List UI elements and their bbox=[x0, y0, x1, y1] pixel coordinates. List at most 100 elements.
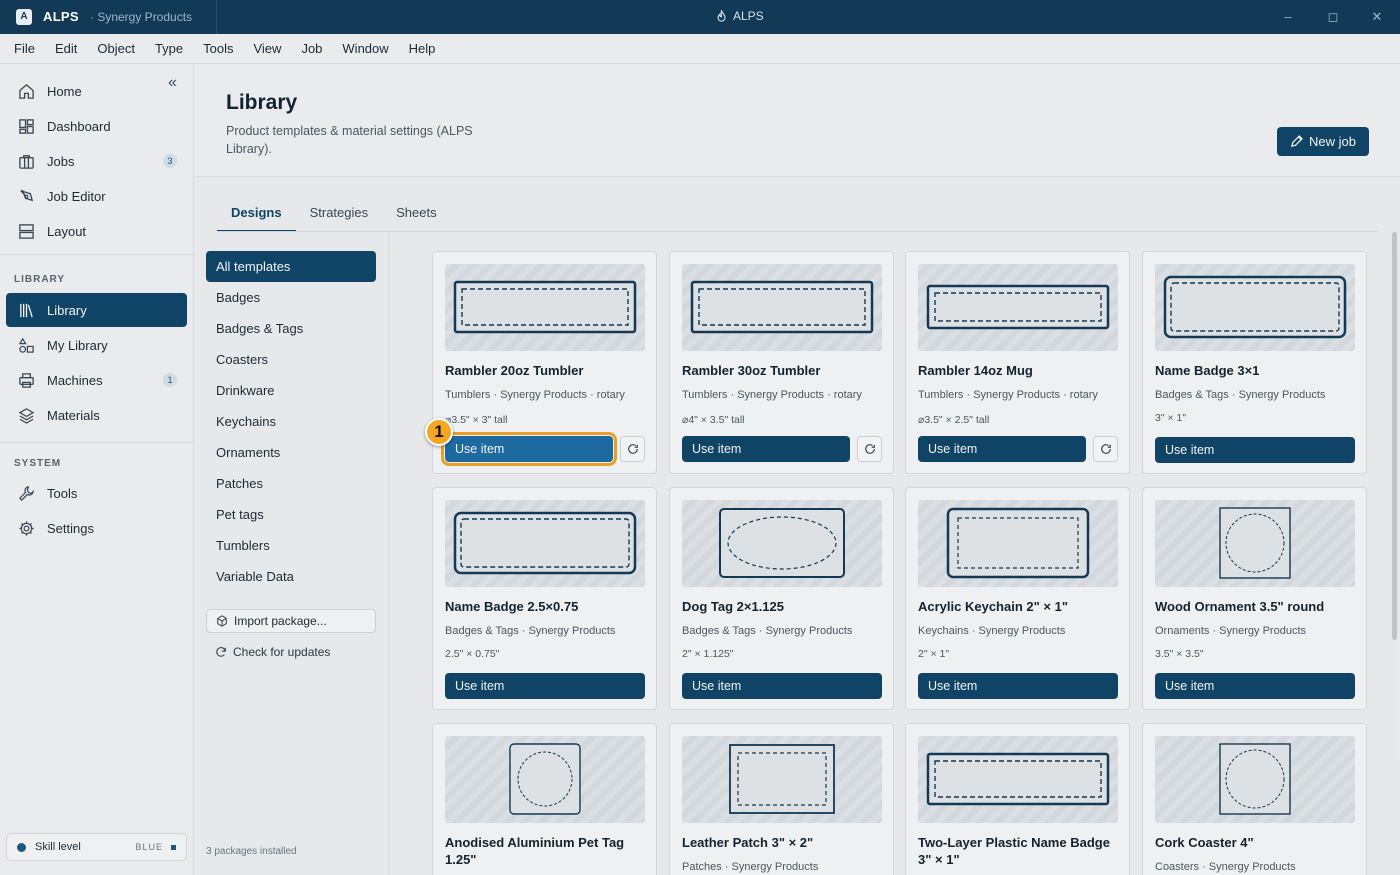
category-item[interactable]: Tumblers bbox=[206, 530, 376, 561]
template-card[interactable]: Cork Coaster 4" Coasters · Synergy Produc… bbox=[1142, 723, 1367, 875]
pen-tool-icon bbox=[17, 187, 35, 205]
nav-job-editor[interactable]: Job Editor bbox=[6, 179, 187, 213]
template-card[interactable]: Rambler 20oz Tumbler Tumblers · Synergy P… bbox=[432, 251, 657, 474]
tab-strategies[interactable]: Strategies bbox=[296, 197, 383, 232]
menu-type[interactable]: Type bbox=[145, 41, 193, 56]
use-item-button[interactable]: Use item bbox=[1155, 673, 1355, 699]
packages-installed-note: 3 packages installed bbox=[206, 846, 297, 857]
app-logo: A bbox=[16, 9, 32, 25]
template-meta: Badges & Tags · Synergy Products bbox=[1155, 389, 1326, 401]
use-item-button[interactable]: Use item bbox=[445, 673, 645, 699]
menu-help[interactable]: Help bbox=[399, 41, 446, 56]
category-item[interactable]: Badges & Tags bbox=[206, 313, 376, 344]
check-updates-button[interactable]: Check for updates bbox=[215, 645, 330, 659]
nav-my-library[interactable]: My Library bbox=[6, 328, 187, 362]
sidebar-divider bbox=[0, 254, 194, 255]
refresh-template-button[interactable] bbox=[620, 436, 645, 462]
import-package-button[interactable]: Import package... bbox=[206, 609, 376, 633]
menu-view[interactable]: View bbox=[243, 41, 291, 56]
use-item-button[interactable]: Use item bbox=[441, 432, 617, 466]
maximize-button[interactable]: ◻ bbox=[1324, 8, 1342, 26]
library-section-label: LIBRARY bbox=[14, 274, 66, 285]
page-header: Library Product templates & material set… bbox=[195, 64, 1400, 177]
nav-library[interactable]: Library bbox=[6, 293, 187, 327]
category-item[interactable]: Badges bbox=[206, 282, 376, 313]
template-card[interactable]: Dog Tag 2×1.125 Badges & Tags · Synergy P… bbox=[669, 487, 894, 710]
template-meta: Tumblers · Synergy Products · rotary bbox=[682, 389, 862, 401]
refresh-icon bbox=[627, 444, 638, 454]
use-item-button[interactable]: Use item bbox=[682, 673, 882, 699]
template-meta: Badges & Tags · Synergy Products bbox=[445, 625, 616, 637]
nav-jobs[interactable]: Jobs 3 bbox=[6, 144, 187, 178]
use-item-button[interactable]: Use item bbox=[918, 673, 1118, 699]
template-card[interactable]: Wood Ornament 3.5" round Ornaments · Syne… bbox=[1142, 487, 1367, 710]
category-item[interactable]: Ornaments bbox=[206, 437, 376, 468]
category-all-templates[interactable]: All templates bbox=[206, 251, 376, 282]
tab-sheets[interactable]: Sheets bbox=[382, 197, 450, 232]
nav-tools[interactable]: Tools bbox=[6, 476, 187, 510]
category-item[interactable]: Variable Data bbox=[206, 561, 376, 592]
refresh-template-button[interactable] bbox=[1093, 436, 1118, 462]
template-thumbnail bbox=[445, 500, 645, 587]
template-card[interactable]: Acrylic Keychain 2" × 1" Keychains · Syne… bbox=[905, 487, 1130, 710]
grid-scrollbar[interactable] bbox=[1392, 232, 1397, 640]
new-job-button[interactable]: New job bbox=[1277, 127, 1369, 156]
template-card[interactable]: Name Badge 2.5×0.75 Badges & Tags · Syner… bbox=[432, 487, 657, 710]
window-title: ALPS bbox=[716, 9, 764, 23]
menu-tools[interactable]: Tools bbox=[193, 41, 243, 56]
menu-window[interactable]: Window bbox=[332, 41, 398, 56]
template-card[interactable]: Two-Layer Plastic Name Badge 3" × 1" bbox=[905, 723, 1130, 875]
use-item-button[interactable]: Use item bbox=[918, 436, 1086, 462]
gear-icon bbox=[17, 519, 35, 537]
home-icon bbox=[17, 82, 35, 100]
category-item[interactable]: Keychains bbox=[206, 406, 376, 437]
template-card[interactable]: Rambler 30oz Tumbler Tumblers · Synergy P… bbox=[669, 251, 894, 474]
category-item[interactable]: Drinkware bbox=[206, 375, 376, 406]
template-thumbnail bbox=[918, 736, 1118, 823]
template-card[interactable]: Rambler 14oz Mug Tumblers · Synergy Produ… bbox=[905, 251, 1130, 474]
minimize-button[interactable]: – bbox=[1279, 8, 1297, 26]
nav-materials[interactable]: Materials bbox=[6, 398, 187, 432]
template-title: Name Badge 3×1 bbox=[1155, 363, 1260, 378]
layers-icon bbox=[17, 406, 35, 424]
nav-jobs-label: Jobs bbox=[47, 153, 75, 169]
nav-dashboard[interactable]: Dashboard bbox=[6, 109, 187, 143]
menu-file[interactable]: File bbox=[4, 41, 45, 56]
menu-object[interactable]: Object bbox=[87, 41, 145, 56]
close-button[interactable]: ✕ bbox=[1368, 8, 1386, 26]
template-title: Two-Layer Plastic Name Badge 3" × 1" bbox=[918, 835, 1110, 867]
template-thumbnail bbox=[1155, 264, 1355, 351]
category-item[interactable]: Patches bbox=[206, 468, 376, 499]
use-item-button[interactable]: Use item bbox=[1155, 437, 1355, 463]
library-icon bbox=[17, 301, 35, 319]
flame-icon bbox=[717, 10, 726, 22]
template-dimensions: 2.5" × 0.75" bbox=[445, 648, 500, 660]
nav-home-label: Home bbox=[47, 83, 82, 99]
nav-home[interactable]: Home bbox=[6, 74, 187, 108]
skill-level-selector[interactable]: Skill level BLUE bbox=[6, 833, 187, 861]
jobs-count-badge: 3 bbox=[163, 154, 177, 168]
template-thumbnail bbox=[918, 500, 1118, 587]
nav-settings[interactable]: Settings bbox=[6, 511, 187, 545]
template-card[interactable]: Leather Patch 3" × 2" Patches · Synergy P… bbox=[669, 723, 894, 875]
tab-designs[interactable]: Designs bbox=[217, 197, 296, 232]
template-card[interactable]: Name Badge 3×1 Badges & Tags · Synergy Pr… bbox=[1142, 251, 1367, 474]
use-item-button[interactable]: Use item bbox=[682, 436, 850, 462]
template-card[interactable]: Anodised Aluminium Pet Tag 1.25" bbox=[432, 723, 657, 875]
nav-machines[interactable]: Machines 1 bbox=[6, 363, 187, 397]
category-item[interactable]: Pet tags bbox=[206, 499, 376, 530]
category-item[interactable]: Coasters bbox=[206, 344, 376, 375]
nav-layout[interactable]: Layout bbox=[6, 214, 187, 248]
machines-count-badge: 1 bbox=[163, 373, 177, 387]
check-updates-label: Check for updates bbox=[233, 645, 331, 659]
template-thumbnail bbox=[918, 264, 1118, 351]
template-title: Name Badge 2.5×0.75 bbox=[445, 599, 579, 614]
dashboard-icon bbox=[17, 117, 35, 135]
refresh-template-button[interactable] bbox=[857, 436, 882, 462]
menu-edit[interactable]: Edit bbox=[45, 41, 87, 56]
menu-job[interactable]: Job bbox=[291, 41, 332, 56]
briefcase-icon bbox=[17, 152, 35, 170]
nav-machines-label: Machines bbox=[47, 372, 103, 388]
template-meta: Badges & Tags · Synergy Products bbox=[682, 625, 853, 637]
template-dimensions: 2" × 1.125" bbox=[682, 648, 734, 660]
